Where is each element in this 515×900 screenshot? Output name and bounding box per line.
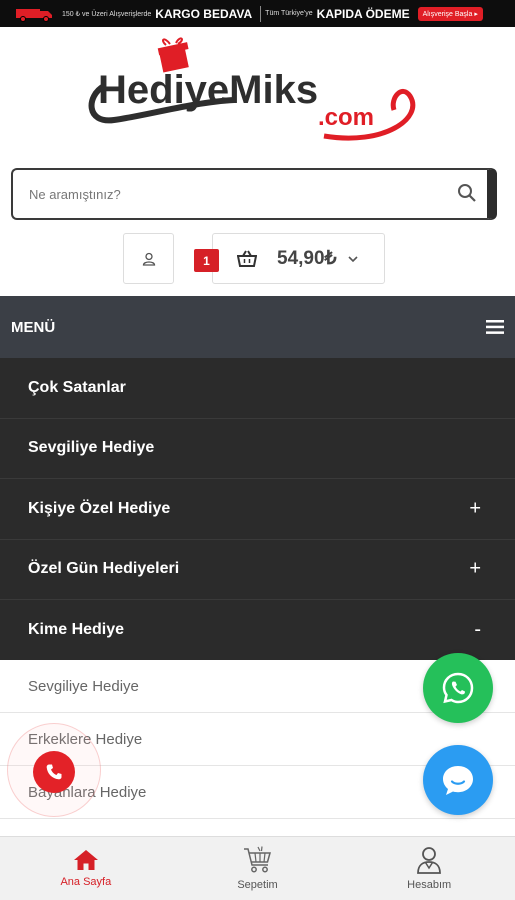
whatsapp-icon [442, 672, 474, 704]
menu-item-label: Kime Hediye [28, 620, 125, 638]
promo-divider [260, 5, 262, 22]
search-icon[interactable] [457, 183, 477, 203]
bottom-navigation: Ana Sayfa Sepetim Hesabım [0, 836, 515, 900]
promo-free-shipping: KARGO BEDAVA [155, 6, 253, 21]
user-icon [142, 252, 155, 266]
hamburger-icon[interactable] [486, 320, 504, 334]
whatsapp-button[interactable] [423, 653, 493, 723]
cart-icon [243, 846, 271, 873]
nav-account-label: Hesabım [407, 879, 452, 891]
menu-item-label: Kişiye Özel Hediye [28, 499, 171, 517]
menu-header[interactable]: MENÜ [0, 296, 515, 358]
chevron-down-icon [348, 255, 358, 262]
menu-item-label: Çok Satanlar [28, 378, 126, 396]
basket-icon [237, 249, 257, 267]
menu-item-ozel-gun-hediyeleri[interactable]: Özel Gün Hediyeleri + [0, 540, 515, 600]
expand-icon[interactable]: + [469, 558, 481, 581]
expand-icon[interactable]: + [469, 497, 481, 520]
home-icon [73, 850, 98, 870]
site-logo[interactable]: HediyeMiks .com [84, 36, 424, 148]
menu-item-kime-hediye[interactable]: Kime Hediye - [0, 600, 515, 661]
phone-icon [46, 764, 62, 780]
nav-home-label: Ana Sayfa [60, 876, 112, 888]
nav-cart-label: Sepetim [237, 879, 278, 891]
call-button[interactable] [33, 751, 75, 793]
menu-item-kisiye-ozel-hediye[interactable]: Kişiye Özel Hediye + [0, 479, 515, 540]
nav-home[interactable]: Ana Sayfa [0, 837, 172, 900]
collapse-icon[interactable]: - [474, 618, 481, 641]
promo-cod: KAPIDA ÖDEME [316, 6, 410, 21]
nav-cart[interactable]: Sepetim [172, 837, 344, 900]
promo-prefix: 150 ₺ ve Üzeri Alışverişlerde [62, 10, 152, 18]
user-icon [417, 847, 442, 874]
truck-icon [16, 8, 52, 22]
menu-title: MENÜ [11, 318, 56, 336]
chat-bubble-icon [443, 766, 473, 795]
cart-total: 54,90₺ [277, 248, 337, 269]
menu-item-cok-satanlar[interactable]: Çok Satanlar [0, 358, 515, 419]
search-input[interactable] [27, 170, 427, 218]
nav-account[interactable]: Hesabım [343, 837, 515, 900]
account-button[interactable] [123, 233, 174, 284]
promo-middle: Tüm Türkiye'ye [265, 10, 313, 17]
search-bar [11, 168, 497, 220]
logo-text: HediyeMiks [98, 68, 318, 112]
live-chat-button[interactable] [423, 745, 493, 815]
menu-item-label: Sevgiliye Hediye [28, 439, 155, 457]
category-menu: Çok Satanlar Sevgiliye Hediye Kişiye Öze… [0, 358, 515, 661]
menu-item-sevgiliye-hediye[interactable]: Sevgiliye Hediye [0, 419, 515, 479]
logo-suffix: .com [318, 104, 374, 131]
menu-item-label: Özel Gün Hediyeleri [28, 560, 180, 578]
promo-banner: 150 ₺ ve Üzeri Alışverişlerde KARGO BEDA… [0, 0, 515, 27]
cart-button[interactable]: 54,90₺ [212, 233, 385, 284]
cart-count-badge: 1 [194, 249, 219, 272]
shop-now-button[interactable]: Alışverişe Başla ▸ [417, 6, 483, 21]
